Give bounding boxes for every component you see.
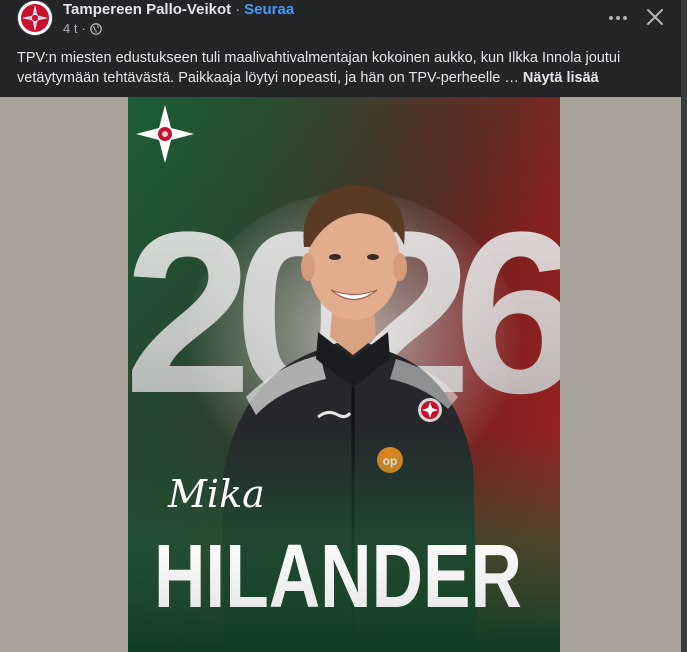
post-meta: 4 t · — [63, 21, 102, 36]
scrollbar-track[interactable] — [681, 0, 687, 652]
more-horizontal-icon — [609, 16, 627, 20]
page-name[interactable]: Tampereen Pallo-Veikot — [63, 1, 231, 18]
post: Tampereen Pallo-Veikot · Seuraa 4 t · TP… — [0, 0, 687, 652]
more-options-button[interactable] — [600, 6, 636, 30]
close-icon — [647, 9, 663, 25]
follow-button[interactable]: Seuraa — [244, 1, 294, 18]
post-media[interactable]: 2026 op — [0, 97, 687, 652]
name-separator: · — [235, 1, 241, 18]
page-name-line: Tampereen Pallo-Veikot · Seuraa — [63, 1, 294, 18]
meta-separator: · — [81, 21, 86, 36]
last-name-text: HILANDER — [154, 527, 522, 627]
see-more-button[interactable]: Näytä lisää — [523, 70, 599, 86]
close-button[interactable] — [640, 2, 670, 32]
coach-announcement-graphic: 2026 op — [128, 97, 560, 652]
post-time[interactable]: 4 t — [63, 21, 77, 36]
page-avatar[interactable] — [17, 0, 53, 36]
globe-icon — [89, 22, 102, 35]
post-header: Tampereen Pallo-Veikot · Seuraa 4 t · — [0, 0, 687, 44]
first-name-text: Mika — [167, 472, 265, 516]
post-text: TPV:n miesten edustukseen tuli maalivaht… — [17, 48, 657, 88]
post-image[interactable]: 2026 op — [128, 97, 560, 652]
tpv-logo-icon — [18, 1, 52, 35]
